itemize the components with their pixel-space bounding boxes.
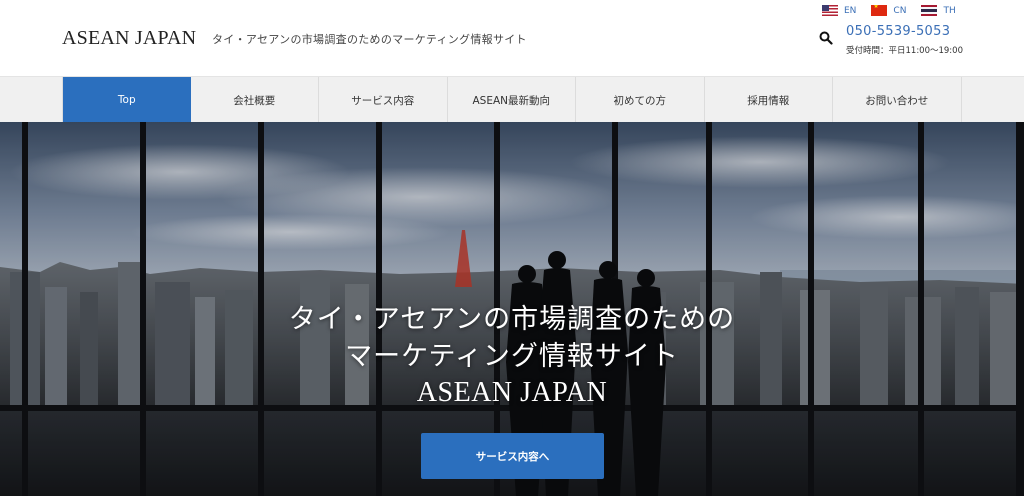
nav-item-recruit[interactable]: 採用情報 (705, 77, 833, 123)
nav-item-company[interactable]: 会社概要 (191, 77, 319, 123)
site-header: ASEAN JAPAN タイ・アセアンの市場調査のためのマーケティング情報サイト… (0, 0, 1024, 76)
search-icon[interactable] (819, 31, 833, 45)
nav-item-contact[interactable]: お問い合わせ (833, 77, 962, 123)
thailand-flag-icon (921, 5, 938, 16)
hero-banner: タイ・アセアンの市場調査のための マーケティング情報サイト ASEAN JAPA… (0, 122, 1024, 496)
language-label: EN (844, 5, 857, 16)
language-label: TH (943, 5, 956, 16)
language-th-link[interactable]: TH (921, 5, 956, 16)
language-en-link[interactable]: EN (822, 5, 856, 16)
us-flag-icon (822, 5, 838, 16)
nav-item-asean-news[interactable]: ASEAN最新動向 (448, 77, 576, 123)
nav-item-top[interactable]: Top (62, 77, 191, 123)
hero-title-line3: ASEAN JAPAN (416, 377, 608, 408)
hero-title-line1: タイ・アセアンの市場調査のための (288, 304, 736, 335)
language-switcher: EN CN TH (822, 5, 956, 16)
phone-number[interactable]: 050-5539-5053 (846, 24, 950, 39)
site-logo[interactable]: ASEAN JAPAN (62, 27, 196, 50)
services-cta-button[interactable]: サービス内容へ (421, 433, 604, 479)
language-label: CN (893, 5, 907, 16)
main-nav: Top 会社概要 サービス内容 ASEAN最新動向 初めての方 採用情報 お問い… (0, 76, 1024, 123)
site-tagline: タイ・アセアンの市場調査のためのマーケティング情報サイト (212, 33, 527, 46)
nav-item-first-time[interactable]: 初めての方 (576, 77, 705, 123)
nav-item-services[interactable]: サービス内容 (319, 77, 448, 123)
hero-title-line2: マーケティング情報サイト (345, 341, 679, 372)
china-flag-icon (871, 5, 888, 16)
business-hours: 受付時間：平日11:00～19:00 (846, 46, 963, 56)
language-cn-link[interactable]: CN (871, 5, 906, 16)
